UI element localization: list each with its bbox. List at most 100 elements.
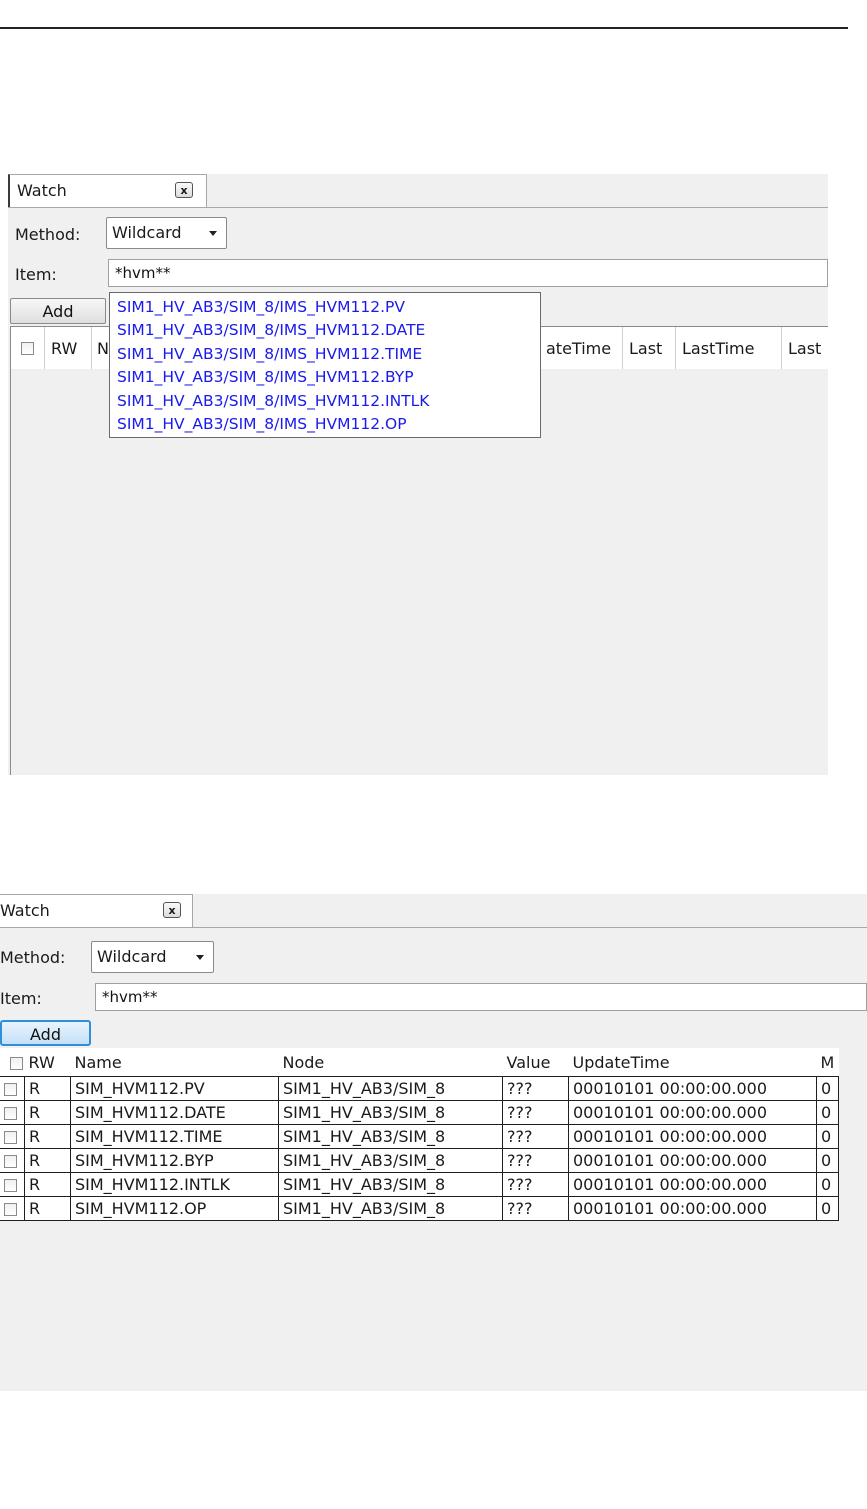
cell-m: 0 [816, 1100, 839, 1125]
column-header-m[interactable]: M [816, 1048, 839, 1077]
tab-title: Watch [0, 901, 50, 920]
column-header-rw[interactable]: RW [51, 339, 77, 358]
cell-rw: R [24, 1196, 71, 1221]
chevron-down-icon [209, 231, 217, 236]
column-divider [781, 327, 782, 369]
tab-watch[interactable]: Watch x [8, 174, 207, 207]
column-header-updatetime[interactable]: ateTime [546, 339, 611, 358]
cell-updatetime: 00010101 00:00:00.000 [568, 1100, 817, 1125]
cell-node: SIM1_HV_AB3/SIM_8 [278, 1172, 503, 1197]
suggestion-item[interactable]: SIM1_HV_AB3/SIM_8/IMS_HVM112.DATE [117, 321, 425, 341]
tab-strip: Watch x [0, 894, 867, 928]
cell-value: ??? [502, 1172, 569, 1197]
method-selected-value: Wildcard [97, 947, 167, 966]
cell-node: SIM1_HV_AB3/SIM_8 [278, 1076, 503, 1101]
cell-updatetime: 00010101 00:00:00.000 [568, 1148, 817, 1173]
suggestion-item[interactable]: SIM1_HV_AB3/SIM_8/IMS_HVM112.BYP [117, 368, 414, 388]
cell-name: SIM_HVM112.INTLK [70, 1172, 279, 1197]
cell-rw: R [24, 1100, 71, 1125]
cell-value: ??? [502, 1076, 569, 1101]
cell-value: ??? [502, 1148, 569, 1173]
table-row[interactable]: R SIM_HVM112.PV SIM1_HV_AB3/SIM_8 ??? 00… [0, 1076, 839, 1101]
method-label: Method: [15, 225, 81, 244]
item-input[interactable] [95, 983, 867, 1011]
row-checkbox[interactable] [4, 1203, 17, 1216]
cell-node: SIM1_HV_AB3/SIM_8 [278, 1196, 503, 1221]
column-divider [44, 327, 45, 369]
row-checkbox-cell [0, 1196, 25, 1221]
column-header-lasttime[interactable]: LastTime [682, 339, 754, 358]
table-header-row: RW Name Node Value UpdateTime M [0, 1048, 839, 1077]
watch-table: RW Name Node Value UpdateTime M R SIM_HV… [0, 1048, 839, 1221]
suggestion-item[interactable]: SIM1_HV_AB3/SIM_8/IMS_HVM112.TIME [117, 345, 422, 365]
tab-watch[interactable]: Watch x [0, 894, 193, 927]
suggestion-item[interactable]: SIM1_HV_AB3/SIM_8/IMS_HVM112.OP [117, 415, 407, 435]
tab-title: Watch [17, 181, 67, 200]
cell-updatetime: 00010101 00:00:00.000 [568, 1196, 817, 1221]
add-button[interactable]: Add [10, 298, 106, 324]
row-checkbox[interactable] [4, 1179, 17, 1192]
cell-m: 0 [816, 1172, 839, 1197]
cell-value: ??? [502, 1100, 569, 1125]
column-divider [91, 327, 92, 369]
row-checkbox-cell [0, 1100, 25, 1125]
row-checkbox[interactable] [4, 1155, 17, 1168]
table-row[interactable]: R SIM_HVM112.BYP SIM1_HV_AB3/SIM_8 ??? 0… [0, 1148, 839, 1173]
cell-m: 0 [816, 1196, 839, 1221]
cell-value: ??? [502, 1196, 569, 1221]
column-header-value[interactable]: Value [502, 1048, 569, 1077]
column-header-updatetime[interactable]: UpdateTime [568, 1048, 817, 1077]
method-select[interactable]: Wildcard [91, 941, 214, 973]
column-header-last-2[interactable]: Last [788, 339, 821, 358]
tab-strip: Watch x [8, 174, 828, 208]
item-suggestion-dropdown: SIM1_HV_AB3/SIM_8/IMS_HVM112.PV SIM1_HV_… [109, 292, 541, 438]
method-label: Method: [0, 948, 66, 967]
row-checkbox[interactable] [4, 1083, 17, 1096]
header-checkbox-cell [0, 1048, 25, 1077]
cell-value: ??? [502, 1124, 569, 1149]
method-select[interactable]: Wildcard [106, 217, 227, 249]
close-icon[interactable]: x [175, 182, 193, 198]
row-checkbox[interactable] [4, 1131, 17, 1144]
column-divider [622, 327, 623, 369]
suggestion-item[interactable]: SIM1_HV_AB3/SIM_8/IMS_HVM112.INTLK [117, 392, 429, 412]
column-header-last[interactable]: Last [629, 339, 662, 358]
close-icon[interactable]: x [163, 902, 181, 918]
table-row[interactable]: R SIM_HVM112.OP SIM1_HV_AB3/SIM_8 ??? 00… [0, 1196, 839, 1221]
cell-name: SIM_HVM112.BYP [70, 1148, 279, 1173]
chevron-down-icon [196, 955, 204, 960]
suggestion-item[interactable]: SIM1_HV_AB3/SIM_8/IMS_HVM112.PV [117, 298, 405, 318]
add-button[interactable]: Add [0, 1020, 91, 1046]
cell-updatetime: 00010101 00:00:00.000 [568, 1172, 817, 1197]
cell-rw: R [24, 1148, 71, 1173]
cell-rw: R [24, 1172, 71, 1197]
select-all-checkbox[interactable] [21, 342, 34, 355]
row-checkbox-cell [0, 1124, 25, 1149]
cell-name: SIM_HVM112.PV [70, 1076, 279, 1101]
cell-node: SIM1_HV_AB3/SIM_8 [278, 1124, 503, 1149]
row-checkbox-cell [0, 1148, 25, 1173]
row-checkbox[interactable] [4, 1107, 17, 1120]
cell-node: SIM1_HV_AB3/SIM_8 [278, 1148, 503, 1173]
row-checkbox-cell [0, 1172, 25, 1197]
column-header-rw[interactable]: RW [24, 1048, 71, 1077]
cell-rw: R [24, 1076, 71, 1101]
column-header-node[interactable]: Node [278, 1048, 503, 1077]
watch-panel-before: Watch x Method: Wildcard Item: Add RW N … [8, 174, 828, 775]
item-label: Item: [0, 989, 42, 1008]
cell-m: 0 [816, 1076, 839, 1101]
column-header-name[interactable]: N [97, 339, 109, 358]
cell-name: SIM_HVM112.TIME [70, 1124, 279, 1149]
select-all-checkbox[interactable] [10, 1056, 23, 1070]
cell-name: SIM_HVM112.OP [70, 1196, 279, 1221]
column-header-name[interactable]: Name [70, 1048, 279, 1077]
table-row[interactable]: R SIM_HVM112.DATE SIM1_HV_AB3/SIM_8 ??? … [0, 1100, 839, 1125]
column-divider [675, 327, 676, 369]
table-row[interactable]: R SIM_HVM112.TIME SIM1_HV_AB3/SIM_8 ??? … [0, 1124, 839, 1149]
grid-empty-area [0, 1231, 867, 1391]
table-row[interactable]: R SIM_HVM112.INTLK SIM1_HV_AB3/SIM_8 ???… [0, 1172, 839, 1197]
top-rule [0, 27, 848, 29]
cell-rw: R [24, 1124, 71, 1149]
cell-updatetime: 00010101 00:00:00.000 [568, 1076, 817, 1101]
item-input[interactable] [108, 259, 828, 287]
